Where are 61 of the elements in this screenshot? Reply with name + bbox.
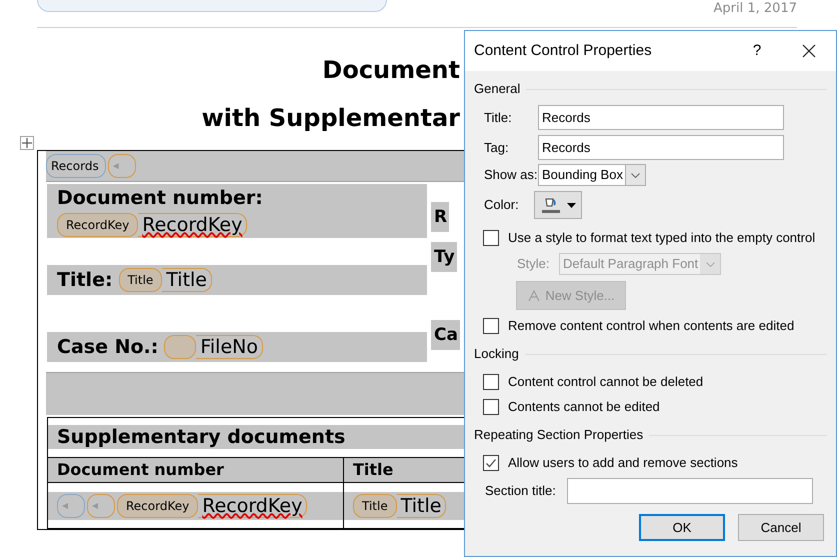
field-label: Tag: [483,138,510,157]
text-field[interactable]: Records [538,105,784,130]
table-heading: Supplementary documents [48,425,464,449]
field-label: Document number: [57,186,264,210]
close-icon [802,44,816,58]
checkbox-label: Use a style to format text typed into the empty control [508,229,816,248]
color-picker-button[interactable] [534,191,582,219]
caret-icon [566,202,576,208]
checkbox[interactable] [483,230,499,246]
header-date: April 1, 2017 [714,0,797,15]
help-button[interactable]: ? [742,40,772,62]
chevron-icon [624,165,645,185]
text-field[interactable]: Records [538,135,784,160]
content-control-tag[interactable]: RecordKey [57,213,138,238]
section-title-field[interactable] [567,478,813,504]
move-handle-icon[interactable] [20,136,34,150]
cancel-button[interactable]: Cancel [738,514,824,541]
content-control-value[interactable]: RecordKey [138,213,248,238]
checkbox-label: Allow users to add and remove sections [508,454,738,472]
content-control-tag[interactable]: Title [353,494,397,518]
checkbox[interactable] [483,399,499,415]
field-label: Title: [57,268,113,293]
content-control-tag[interactable]: Title [118,268,162,292]
paint-bucket-icon [540,196,560,214]
content-control-value[interactable]: RecordKey [198,494,308,518]
dialog-title: Content Control Properties [474,40,653,61]
field-label: Ty [431,242,457,272]
field-label: Section title: [485,482,557,500]
column-header: Document number [48,458,344,482]
content-control-value[interactable]: Title [162,268,212,292]
checkbox-label: Contents cannot be edited [508,398,660,416]
section-heading: General [474,80,520,98]
repeating-section-tag[interactable]: Records [46,154,106,178]
field-label: Show as: [483,166,538,184]
checkbox[interactable] [483,374,499,390]
checkbox-label: Remove content control when contents are edited [508,317,794,336]
checkbox[interactable] [483,455,499,471]
content-control-handle[interactable] [108,154,136,178]
content-control-handle[interactable] [57,494,85,518]
content-control-value[interactable]: FileNo [196,335,263,360]
section-heading: Repeating Section Properties [474,426,644,444]
column-header: Title [344,458,464,482]
field-label: Style: [517,255,551,274]
chevron-icon [700,254,720,274]
checkbox-label: Content control cannot be deleted [508,373,704,392]
document-heading: Document [322,55,460,86]
section-heading: Locking [474,345,519,364]
show-as-dropdown[interactable]: Bounding Box [538,164,646,186]
document-heading: with Supplementar [202,103,460,134]
content-control-handle[interactable] [87,494,115,518]
content-control-handle[interactable] [164,335,196,360]
checkbox[interactable] [483,318,499,334]
check-icon [485,457,497,469]
field-label: Case No.: [57,334,158,360]
field-label: Color: [483,196,520,214]
content-control-tag[interactable]: RecordKey [117,494,198,518]
field-label: Ca [431,320,460,350]
field-label: Title: [483,108,513,127]
ok-button[interactable]: OK [639,514,725,541]
content-control-value[interactable]: Title [396,494,446,518]
field-label: R [431,202,450,232]
